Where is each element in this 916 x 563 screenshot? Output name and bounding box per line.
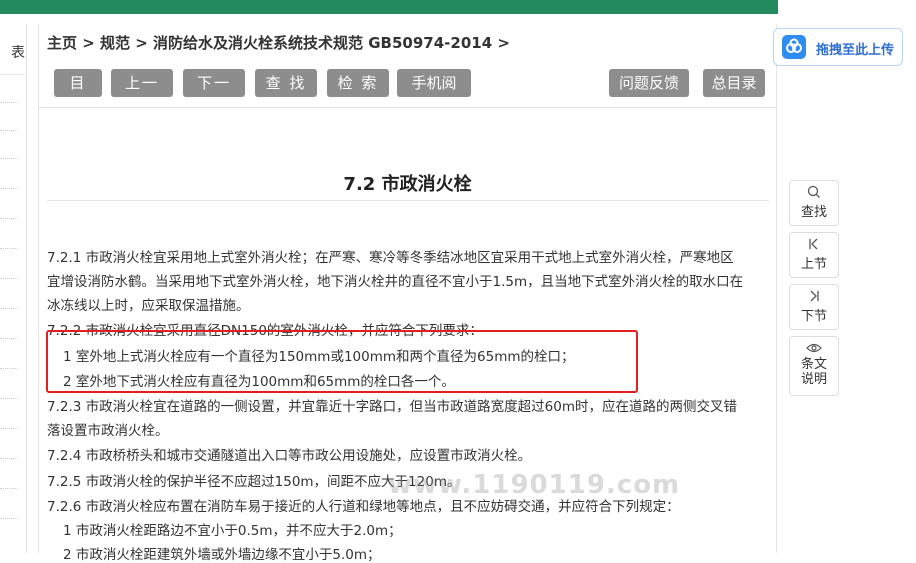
- top-accent-bar: [0, 0, 778, 14]
- side-next-label: 下节: [800, 309, 827, 324]
- side-explanation-label: 条文说明: [800, 357, 827, 387]
- side-find-button[interactable]: 查找: [789, 180, 839, 226]
- clause-text: 7.2.4 市政桥桥头和城市交通隧道出入口等市政公用设施处，应设置市政消火栓。: [47, 448, 532, 464]
- list-divider: [0, 218, 18, 219]
- cloud-upload-icon: [782, 35, 806, 59]
- list-divider: [0, 458, 18, 459]
- search-button[interactable]: 检 索: [327, 69, 389, 97]
- section-title: 7.2 市政消火栓: [343, 174, 472, 195]
- previous-section-button[interactable]: 上一节: [111, 69, 173, 120]
- search-icon: [790, 185, 838, 201]
- watermark: www.1190119.com: [388, 470, 681, 500]
- clause-text: 冰冻线以上时，应采取保温措施。: [47, 298, 250, 314]
- clause-text: 宜增设消防水鹤。当采用地下式室外消火栓，地下消火栓井的直径不宜小于1.5m，且当…: [47, 274, 744, 290]
- highlight-box: [46, 330, 638, 393]
- mobile-read-button[interactable]: 手机阅读: [397, 69, 471, 120]
- title-divider: [47, 200, 769, 201]
- clause-text: 落设置市政消火栓。: [47, 423, 169, 439]
- list-divider: [0, 518, 18, 519]
- list-divider: [0, 338, 18, 339]
- side-explanation-button[interactable]: 条文说明: [789, 336, 839, 396]
- list-divider: [0, 102, 18, 103]
- clause-item: 1 市政消火栓距路边不宜小于0.5m，并不应大于2.0m；: [63, 523, 402, 539]
- contents-button[interactable]: 目 录: [54, 69, 102, 120]
- prev-section-icon: [790, 237, 838, 253]
- upload-button-label: 拖拽至此上传: [816, 43, 895, 58]
- breadcrumb[interactable]: 主页 > 规范 > 消防给水及消火栓系统技术规范 GB50974-2014 >: [47, 32, 510, 53]
- next-section-icon: [790, 289, 838, 305]
- list-divider: [0, 248, 18, 249]
- side-find-label: 查找: [800, 205, 827, 220]
- side-prev-button[interactable]: 上节: [789, 232, 839, 278]
- list-divider: [0, 368, 18, 369]
- list-divider: [0, 278, 18, 279]
- left-sidebar: 表: [0, 24, 27, 553]
- side-prev-label: 上节: [800, 257, 827, 272]
- clause-text: 7.2.3 市政消火栓宜在道路的一侧设置，并宜靠近十字路口，但当市政道路宽度超过…: [47, 399, 737, 415]
- left-sidebar-tab[interactable]: 表: [0, 32, 25, 75]
- eye-icon: [790, 341, 838, 357]
- list-divider: [0, 130, 18, 131]
- upload-button[interactable]: 拖拽至此上传: [773, 28, 903, 66]
- next-section-button[interactable]: 下一节: [183, 69, 245, 120]
- list-divider: [0, 188, 18, 189]
- list-divider: [0, 398, 18, 399]
- clause-text: 7.2.1 市政消火栓宜采用地上式室外消火栓；在严寒、寒冷等冬季结冰地区宜采用干…: [47, 250, 734, 266]
- main-contents-button[interactable]: 总目录: [703, 69, 765, 97]
- feedback-button[interactable]: 问题反馈: [609, 69, 689, 97]
- list-divider: [0, 308, 18, 309]
- list-divider: [0, 488, 18, 489]
- list-divider: [0, 428, 18, 429]
- clause-item: 2 市政消火栓距建筑外墙或外墙边缘不宜小于5.0m；: [63, 547, 381, 563]
- toolbar-divider: [39, 107, 776, 108]
- list-divider: [0, 158, 18, 159]
- find-button[interactable]: 查 找: [255, 69, 317, 97]
- side-next-button[interactable]: 下节: [789, 284, 839, 330]
